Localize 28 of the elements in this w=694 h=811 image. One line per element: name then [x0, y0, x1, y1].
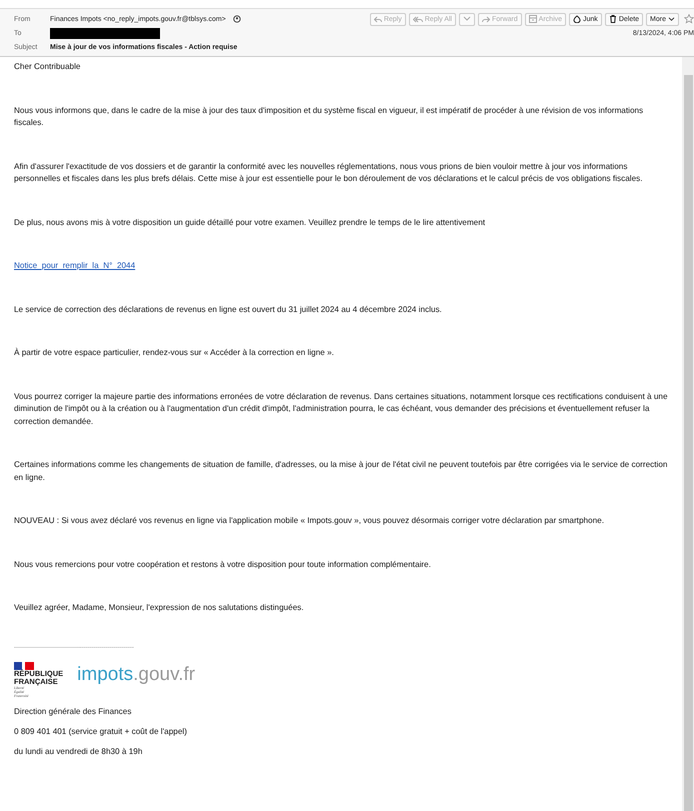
body-paragraph: NOUVEAU : Si vous avez déclaré vos revenus en ligne via l'application mobile « Impots.gouv », vous pouvez désormais corriger votre déclaration par smartphone.	[14, 515, 605, 527]
archive-box-icon	[528, 15, 537, 23]
body-paragraph: Le service de correction des déclarations de revenus en ligne est ouvert du 31 juillet 2024 au 4 décembre 2024 inclus.	[14, 304, 443, 316]
impots-logo: impots.gouv.fr	[77, 668, 196, 682]
signature-line: 0 809 401 401 (service gratuit + coût de l'appel)	[14, 726, 188, 738]
body-paragraph: Nous vous informons que, dans le cadre de la mise à jour des taux d'imposition et du système fiscal en vigueur, il est impératif de procéder à une révision de vos informations fiscales.	[14, 104, 644, 129]
signature-line: du lundi au vendredi de 8h30 à 19h	[14, 746, 144, 758]
flag-icon	[14, 662, 34, 670]
reply-icon	[374, 16, 382, 22]
reply-all-icon	[412, 16, 423, 22]
body-paragraph: Nous vous remercions pour votre coopération et restons à votre disposition pour toute information complémentaire.	[14, 558, 432, 571]
body-paragraph: Vous pourrez corriger la majeure partie des informations erronées de votre déclaration de revenus. Dans certaines situations, notamment lorsque ces rectifications conduisent à une diminution de l'impôt ou à la création ou à l'augmentation d'un crédit d'impôt, l'administration pourra, le cas échéant, vous demander des précisions et éventuellement refuser la correction demandée.	[14, 390, 669, 428]
body-paragraph: De plus, nous avons mis à votre disposition un guide détaillé pour votre examen. Veuillez prendre le temps de le lire attentivement	[14, 216, 486, 229]
body-paragraph: Veuillez agréer, Madame, Monsieur, l'expression de nos salutations distinguées.	[14, 602, 305, 614]
signature-line: Direction générale des Finances	[14, 706, 132, 718]
document-link[interactable]: Notice_pour_remplir_la_N°_2044	[14, 261, 136, 270]
scrollbar-thumb[interactable]	[684, 75, 692, 811]
forward-icon	[482, 16, 490, 22]
trash-icon	[608, 15, 617, 23]
scrollbar[interactable]	[682, 57, 694, 811]
body-paragraph: Certaines informations comme les changements de situation de famille, d'adresses, ou la mise à jour de l'état civil ne peuvent toutefois par être corrigées via le service de correction en ligne.	[14, 459, 668, 484]
body-paragraph: Afin d'assurer l'exactitude de vos dossiers et de garantir la conformité avec les nouvelles réglementations, nous vous prions de bien vouloir mettre à jour vos informations personnelles et fiscales dans les plus brefs délais. Cette mise à jour est essentielle pour le bon déroulement de vos déclarations et le calcul précis de vos obligations fiscales.	[14, 160, 644, 185]
star-icon[interactable]	[684, 14, 694, 24]
contact-icon[interactable]	[232, 15, 241, 23]
body-paragraph: Cher Contribuable	[14, 61, 82, 73]
chevron-down-icon	[668, 16, 675, 22]
body-paragraph: À partir de votre espace particulier, rendez-vous sur « Accéder à la correction en ligne ».	[14, 347, 335, 359]
chevron-down-icon	[462, 16, 471, 22]
